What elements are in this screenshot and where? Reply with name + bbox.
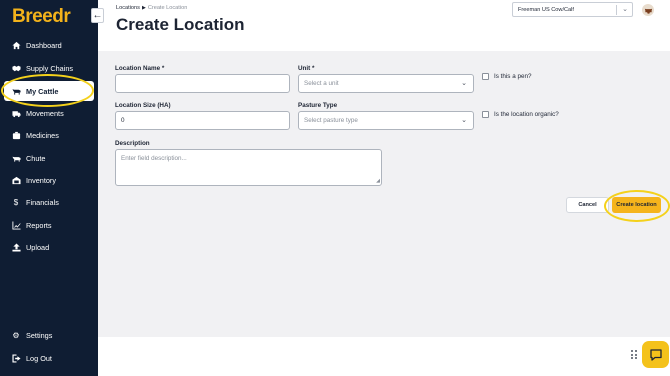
arrow-left-icon: ← [92, 10, 103, 21]
sidebar: Breedr Dashboard Supply Chains My Cattle… [0, 0, 98, 376]
is-pen-label: Is this a pen? [494, 73, 532, 80]
unit-label: Unit * [298, 65, 315, 72]
sidebar-item-upload[interactable]: Upload [0, 237, 98, 257]
sidebar-item-financials[interactable]: $ Financials [0, 192, 98, 212]
is-organic-checkbox-row[interactable]: Is the location organic? [482, 111, 559, 118]
breadcrumb-separator: ▶ [141, 5, 146, 11]
chevron-down-icon: ⌄ [622, 6, 628, 13]
handshake-icon [11, 63, 21, 73]
cow-icon [644, 8, 652, 14]
truck-icon [11, 108, 21, 118]
location-size-value: 0 [121, 117, 125, 124]
sidebar-item-movements[interactable]: Movements [0, 103, 98, 123]
sidebar-item-label: Financials [26, 197, 59, 207]
form-panel [98, 51, 670, 337]
is-pen-checkbox[interactable] [482, 73, 489, 80]
page-title: Create Location [116, 15, 245, 34]
resize-grip-icon[interactable]: ◢ [376, 178, 380, 184]
description-textarea[interactable]: Enter field description... ◢ [115, 149, 382, 186]
sidebar-item-label: Settings [26, 330, 53, 340]
avatar[interactable] [642, 4, 654, 16]
collapse-sidebar-button[interactable]: ← [91, 8, 104, 23]
breedr-logo[interactable]: Breedr [12, 6, 71, 28]
location-size-label: Location Size (HA) [115, 102, 171, 109]
upload-icon [11, 242, 21, 252]
sidebar-item-settings[interactable]: ⚙ Settings [0, 325, 98, 345]
chevron-down-icon: ⌄ [461, 80, 467, 87]
sidebar-item-inventory[interactable]: Inventory [0, 170, 98, 190]
sidebar-item-label: Upload [26, 242, 50, 252]
sidebar-item-label: Log Out [26, 353, 52, 363]
sidebar-item-label: Movements [26, 108, 64, 118]
is-pen-checkbox-row[interactable]: Is this a pen? [482, 73, 531, 80]
location-size-input[interactable]: 0 [115, 111, 290, 130]
location-name-input[interactable] [115, 74, 290, 93]
logout-icon [11, 353, 21, 363]
sidebar-item-dashboard[interactable]: Dashboard [0, 35, 98, 55]
chart-icon [11, 220, 21, 230]
unit-select-placeholder: Select a unit [304, 80, 339, 87]
sidebar-item-my-cattle[interactable]: My Cattle [4, 81, 94, 101]
sidebar-item-label: Reports [26, 220, 52, 230]
organization-select[interactable]: Freeman US Cow/Calf ⌄ [512, 2, 633, 17]
cow-icon [11, 86, 21, 96]
breadcrumb-current: Create Location [147, 5, 188, 11]
home-icon [11, 40, 21, 50]
is-organic-checkbox[interactable] [482, 111, 489, 118]
sidebar-item-medicines[interactable]: Medicines [0, 125, 98, 145]
cancel-button[interactable]: Cancel [566, 197, 609, 213]
chute-icon [11, 153, 21, 163]
sidebar-item-log-out[interactable]: Log Out [0, 348, 98, 368]
breadcrumb-locations-link[interactable]: Locations [116, 5, 140, 11]
pasture-type-placeholder: Select pasture type [304, 117, 358, 124]
is-organic-label: Is the location organic? [494, 111, 559, 118]
sidebar-item-label: Medicines [26, 130, 59, 140]
dollar-icon: $ [13, 197, 19, 207]
medicine-icon [11, 130, 21, 140]
sidebar-item-label: Dashboard [26, 40, 62, 50]
description-placeholder: Enter field description... [121, 155, 187, 162]
organization-select-value: Freeman US Cow/Calf [518, 6, 574, 13]
chevron-down-icon: ⌄ [461, 117, 467, 124]
chat-button[interactable] [642, 341, 669, 368]
pasture-type-label: Pasture Type [298, 102, 338, 109]
sidebar-item-label: My Cattle [26, 86, 59, 96]
inventory-icon [11, 175, 21, 185]
unit-select[interactable]: Select a unit ⌄ [298, 74, 474, 93]
location-name-label: Location Name * [115, 65, 165, 72]
sidebar-item-chute[interactable]: Chute [0, 148, 98, 168]
sidebar-item-label: Chute [26, 153, 46, 163]
description-label: Description [115, 140, 150, 147]
sidebar-item-label: Supply Chains [26, 63, 74, 73]
breadcrumb: Locations ▶ Create Location [116, 5, 187, 11]
sidebar-item-label: Inventory [26, 175, 57, 185]
select-divider [616, 5, 617, 15]
pasture-type-select[interactable]: Select pasture type ⌄ [298, 111, 474, 130]
chat-icon [649, 348, 662, 361]
sidebar-item-supply-chains[interactable]: Supply Chains [0, 58, 98, 78]
gear-icon: ⚙ [12, 330, 20, 340]
drag-handle-icon[interactable] [631, 350, 638, 360]
sidebar-item-reports[interactable]: Reports [0, 215, 98, 235]
create-location-button[interactable]: Create location [612, 197, 661, 213]
